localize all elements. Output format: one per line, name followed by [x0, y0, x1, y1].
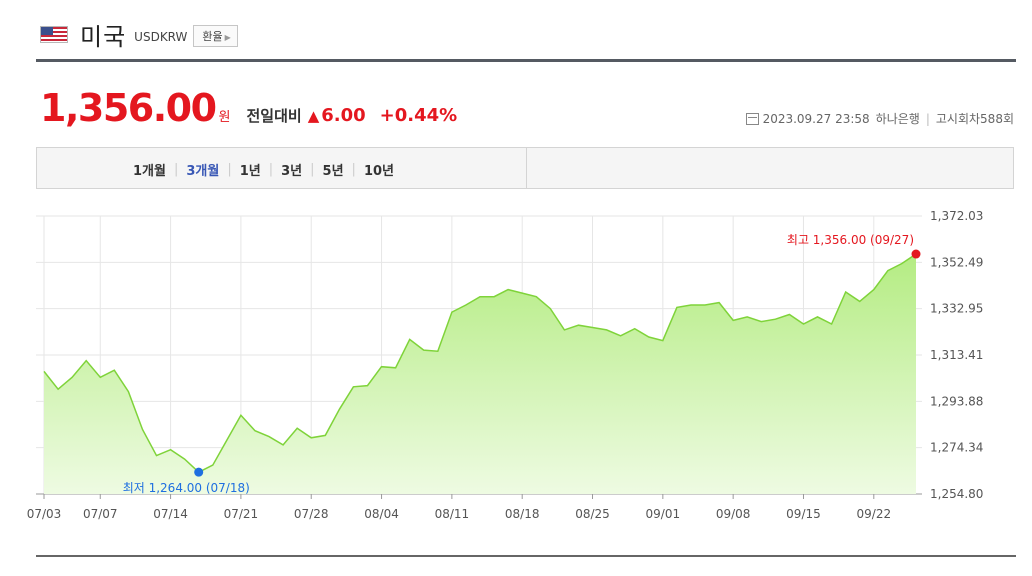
x-tick-label: 09/22	[857, 507, 892, 521]
x-tick-label: 07/03	[27, 507, 62, 521]
bottom-divider	[36, 555, 1016, 557]
tab-3년[interactable]: 3년	[281, 160, 302, 179]
tab-bar-divider	[526, 148, 527, 188]
current-price: 1,356.00	[40, 86, 217, 130]
x-tick-label: 09/15	[786, 507, 821, 521]
period-tabs: 1개월 | 3개월 | 1년 | 3년 | 5년 | 10년	[133, 160, 394, 179]
price-change-percent: +0.44%	[379, 105, 458, 126]
x-tick-label: 09/01	[646, 507, 681, 521]
y-tick-label: 1,352.49	[930, 255, 983, 269]
min-point	[194, 467, 204, 477]
tab-separator: |	[173, 162, 179, 177]
quote-datetime: 2023.09.27 23:58	[762, 111, 870, 126]
header-divider	[36, 59, 1016, 62]
us-flag-icon	[40, 25, 68, 43]
x-tick-label: 08/11	[435, 507, 470, 521]
x-tick-label: 08/25	[575, 507, 610, 521]
exchange-rate-chart: 1,372.03 1,352.49 1,332.95 1,313.41 1,293.88…	[27, 209, 984, 521]
quote-bank: 하나은행	[875, 112, 920, 126]
price-summary: 1,356.00 원 전일대비 ▲ 6.00 +0.44%	[40, 86, 457, 130]
exchange-rate-button[interactable]: 환율 ▶	[193, 25, 238, 47]
tab-5년[interactable]: 5년	[323, 160, 344, 179]
y-tick-label: 1,332.95	[930, 302, 983, 316]
chevron-right-icon: ▶	[224, 33, 231, 42]
max-point	[911, 249, 921, 259]
max-label: 최고 1,356.00 (09/27)	[787, 233, 914, 247]
y-tick-label: 1,254.80	[930, 487, 983, 501]
calendar-icon	[745, 112, 759, 125]
tab-1개월[interactable]: 1개월	[133, 160, 166, 179]
series-area	[44, 254, 916, 494]
price-unit: 원	[218, 110, 231, 125]
period-tab-bar: 1개월 | 3개월 | 1년 | 3년 | 5년 | 10년	[36, 147, 1014, 189]
x-tick-label: 07/14	[153, 507, 188, 521]
tab-separator: |	[351, 162, 356, 177]
x-tick-label: 08/04	[364, 507, 399, 521]
meta-separator: |	[925, 111, 930, 126]
min-label: 최저 1,264.00 (07/18)	[123, 481, 250, 495]
x-tick-label: 09/08	[716, 507, 751, 521]
quote-meta: 2023.09.27 23:58 하나은행 | 고시회차588회	[745, 110, 1014, 127]
x-tick-label: 07/28	[294, 507, 329, 521]
tab-separator: |	[227, 162, 232, 177]
x-tick-label: 07/07	[83, 507, 118, 521]
y-tick-label: 1,274.34	[930, 441, 983, 455]
y-tick-label: 1,293.88	[930, 394, 983, 408]
y-tick-label: 1,313.41	[930, 348, 983, 362]
exchange-rate-button-label: 환율	[202, 30, 223, 43]
tab-3개월[interactable]: 3개월	[186, 160, 219, 179]
tab-1년[interactable]: 1년	[240, 160, 261, 179]
tab-separator: |	[310, 162, 315, 177]
currency-code: USDKRW	[134, 30, 188, 44]
x-tick-label: 08/18	[505, 507, 540, 521]
currency-header: 미국 USDKRW 환율 ▶	[40, 18, 238, 51]
currency-name: 미국	[80, 22, 127, 51]
up-triangle-icon: ▲	[307, 107, 320, 125]
change-label: 전일대비	[246, 107, 302, 125]
tab-separator: |	[268, 162, 274, 177]
x-tick-label: 07/21	[224, 507, 259, 521]
price-change: 6.00	[321, 105, 366, 126]
y-tick-label: 1,372.03	[930, 209, 983, 223]
tab-10년[interactable]: 10년	[364, 160, 394, 179]
quote-notice: 고시회차588회	[935, 112, 1014, 126]
